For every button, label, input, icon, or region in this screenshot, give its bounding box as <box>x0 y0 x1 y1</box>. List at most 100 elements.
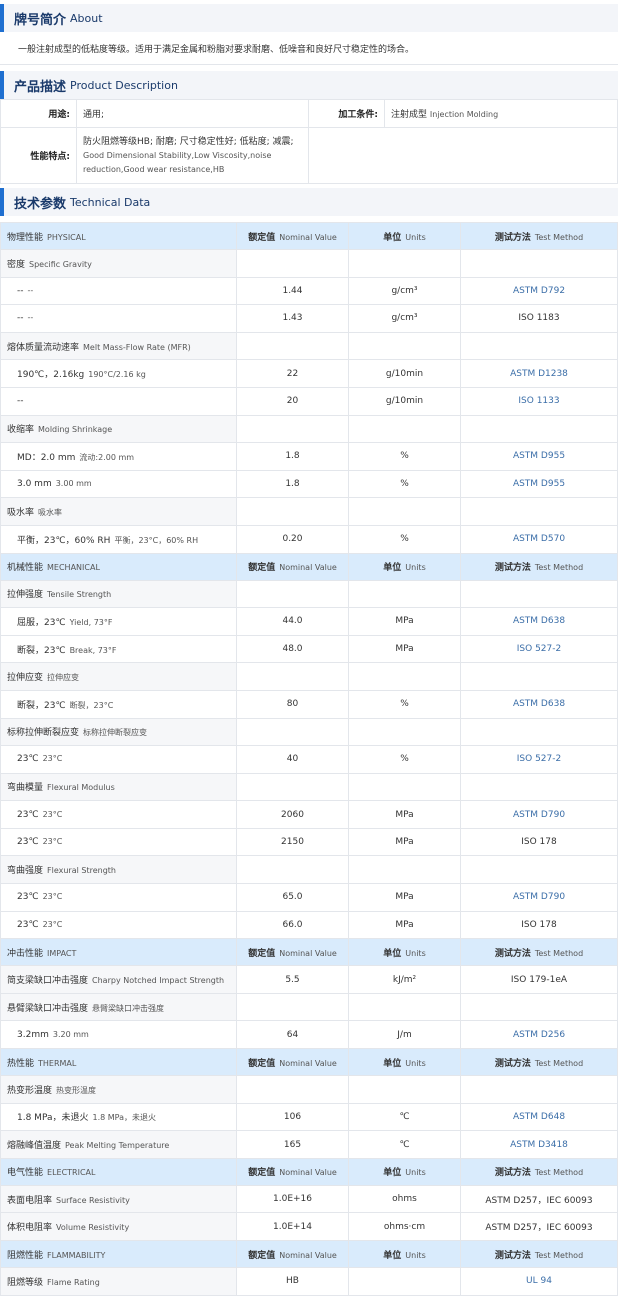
about-section-header: 牌号简介 About <box>0 4 618 32</box>
property-name: 23℃ 23°C <box>0 883 237 912</box>
property-name: 3.0 mm 3.00 mm <box>0 469 237 499</box>
unit-value <box>348 772 461 802</box>
product-description-table: 用途: 通用; 加工条件: 注射成型 Injection Molding 性能特… <box>0 99 618 184</box>
property-name: 悬臂梁缺口冲击强度 悬臂梁缺口冲击强度 <box>0 992 237 1022</box>
test-method[interactable]: ASTM D570 <box>460 524 618 554</box>
test-method[interactable]: ISO 527-2 <box>460 745 618 774</box>
condition-row: 断裂，23℃ 断裂，23°C 80% ASTM D638 <box>0 689 618 719</box>
test-method[interactable]: ASTM D638 <box>460 689 618 719</box>
nominal-value <box>236 855 349 885</box>
section-title: 冲击性能 IMPACT <box>0 938 237 967</box>
property-row: 弯曲模量 Flexural Modulus <box>0 772 618 802</box>
property-name: -- <box>0 386 237 416</box>
nominal-value: 66.0 <box>236 910 349 940</box>
property-name: MD：2.0 mm 流动:2.00 mm <box>0 442 237 471</box>
unit-value: ohms <box>348 1184 461 1214</box>
section-header-row: 电气性能 ELECTRICAL 额定值 Nominal Value 单位 Units 测试方… <box>0 1157 618 1186</box>
unit-header: 单位 Units <box>348 1048 461 1077</box>
unit-value: kJ/m² <box>348 965 461 994</box>
product-title: 产品描述 <box>14 79 67 95</box>
nominal-value <box>236 772 349 802</box>
process-value-zh: 注射成型 <box>391 110 428 120</box>
about-title: 牌号简介 <box>14 12 67 28</box>
test-method <box>460 992 618 1022</box>
test-method[interactable]: ASTM D1238 <box>460 359 618 388</box>
property-name: 弯曲模量 Flexural Modulus <box>0 772 237 802</box>
method-header: 测试方法 Test Method <box>460 552 618 581</box>
nominal-value <box>236 497 349 526</box>
feature-value-zh: 防火阻燃等级HB; 耐磨; 尺寸稳定性好; 低粘度; 减震; <box>83 136 294 147</box>
property-name: 弯曲强度 Flexural Strength <box>0 855 237 885</box>
technical-data-table: 物理性能 PHYSICAL 额定值 Nominal Value 单位 Units 测试方法 T… <box>0 222 618 1296</box>
test-method: ISO 178 <box>460 910 618 940</box>
test-method <box>460 855 618 885</box>
property-name: 23℃ 23°C <box>0 910 237 940</box>
unit-value: MPa <box>348 883 461 912</box>
unit-value: % <box>348 689 461 719</box>
test-method[interactable]: ISO 527-2 <box>460 634 618 664</box>
property-row: 简支梁缺口冲击强度 Charpy Notched Impact Strength 5… <box>0 965 618 994</box>
test-method[interactable]: ASTM D955 <box>460 442 618 471</box>
empty-cell <box>384 127 618 184</box>
nominal-value: 106 <box>236 1102 349 1132</box>
nominal-value: 22 <box>236 359 349 388</box>
section-header-row: 机械性能 MECHANICAL 额定值 Nominal Value 单位 Units 测试方… <box>0 552 618 581</box>
unit-value: J/m <box>348 1020 461 1050</box>
empty-cell <box>308 127 385 184</box>
about-title-en: About <box>70 11 103 25</box>
nominal-value: 1.8 <box>236 469 349 499</box>
section-header-row: 冲击性能 IMPACT 额定值 Nominal Value 单位 Units 测试方法 Tes… <box>0 938 618 967</box>
unit-value: ohms·cm <box>348 1212 461 1241</box>
method-header: 测试方法 Test Method <box>460 1240 618 1268</box>
test-method: ISO 1183 <box>460 304 618 333</box>
property-name: 3.2mm 3.20 mm <box>0 1020 237 1050</box>
test-method[interactable]: ASTM D648 <box>460 1102 618 1132</box>
condition-row: MD：2.0 mm 流动:2.00 mm 1.8% ASTM D955 <box>0 442 618 471</box>
nominal-value <box>236 1075 349 1104</box>
feature-label: 性能特点: <box>0 127 77 184</box>
test-method[interactable]: ASTM D792 <box>460 276 618 306</box>
test-method[interactable]: ASTM D955 <box>460 469 618 499</box>
condition-row: 1.8 MPa，未退火 1.8 MPa，未退火 106 ℃ ASTM D648 <box>0 1102 618 1132</box>
nominal-value: 2060 <box>236 800 349 829</box>
test-method[interactable]: ASTM D256 <box>460 1020 618 1050</box>
property-name: 热变形温度 热变形温度 <box>0 1075 237 1104</box>
test-method[interactable]: ASTM D790 <box>460 800 618 829</box>
nominal-value: 1.0E+16 <box>236 1184 349 1214</box>
section-header-row: 阻燃性能 FLAMMABILITY 额定值 Nominal Value 单位 Units 测… <box>0 1240 618 1268</box>
condition-row: 3.0 mm 3.00 mm 1.8% ASTM D955 <box>0 469 618 499</box>
usage-value: 通用; <box>76 99 309 128</box>
product-section-header: 产品描述 Product Description <box>0 71 618 99</box>
property-name: 收缩率 Molding Shrinkage <box>0 414 237 444</box>
nominal-value: 165 <box>236 1130 349 1159</box>
property-name: 简支梁缺口冲击强度 Charpy Notched Impact Strength <box>0 965 237 994</box>
unit-value: MPa <box>348 910 461 940</box>
test-method[interactable]: ASTM D3418 <box>460 1130 618 1159</box>
nominal-value: 2150 <box>236 827 349 857</box>
nominal-value: 40 <box>236 745 349 774</box>
test-method: ASTM D257，IEC 60093 <box>460 1212 618 1241</box>
unit-value <box>348 662 461 691</box>
unit-header: 单位 Units <box>348 938 461 967</box>
nominal-header: 额定值 Nominal Value <box>236 222 349 250</box>
test-method[interactable]: ASTM D638 <box>460 607 618 636</box>
nominal-value: 1.0E+14 <box>236 1212 349 1241</box>
property-name: 表面电阻率 Surface Resistivity <box>0 1184 237 1214</box>
section-title: 机械性能 MECHANICAL <box>0 552 237 581</box>
unit-header: 单位 Units <box>348 552 461 581</box>
unit-value <box>348 855 461 885</box>
property-row: 热变形温度 热变形温度 <box>0 1075 618 1104</box>
product-title-en: Product Description <box>70 78 178 92</box>
section-title: 阻燃性能 FLAMMABILITY <box>0 1240 237 1268</box>
property-name: 拉伸应变 拉伸应变 <box>0 662 237 691</box>
property-row: 弯曲强度 Flexural Strength <box>0 855 618 885</box>
property-name: 阻燃等级 Flame Rating <box>0 1267 237 1296</box>
section-header-row: 物理性能 PHYSICAL 额定值 Nominal Value 单位 Units 测试方法 T… <box>0 222 618 250</box>
condition-row: 23℃ 23°C 65.0 MPa ASTM D790 <box>0 883 618 912</box>
test-method[interactable]: ISO 1133 <box>460 386 618 416</box>
nominal-value <box>236 414 349 444</box>
feature-value-en: Good Dimensional Stability,Low Viscosity… <box>83 150 272 174</box>
test-method[interactable]: UL 94 <box>460 1267 618 1296</box>
unit-value: g/cm³ <box>348 304 461 333</box>
test-method[interactable]: ASTM D790 <box>460 883 618 912</box>
